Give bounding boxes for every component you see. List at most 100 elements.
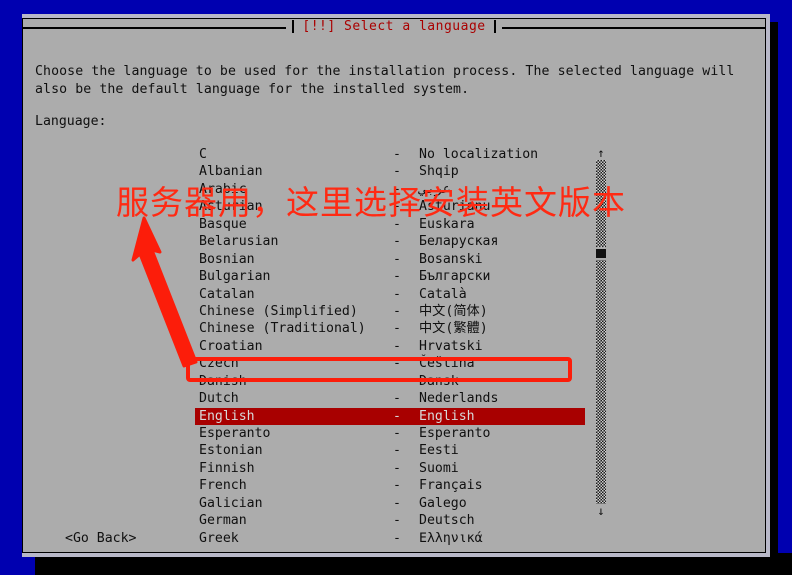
language-list-item[interactable]: Catalan - Català: [195, 286, 585, 303]
language-list-item[interactable]: Greek - Ελληνικά: [195, 530, 585, 547]
language-list-item[interactable]: Arabic - عربي: [195, 181, 585, 198]
language-name-native: Català: [419, 286, 467, 302]
language-name-native: Suomi: [419, 460, 459, 476]
titlebar-rule-right: [501, 26, 765, 29]
language-name-english: Croatian: [199, 338, 263, 354]
language-list-item[interactable]: Esperanto - Esperanto: [195, 425, 585, 442]
language-list-scrollbar[interactable]: ↑ ↓: [589, 146, 613, 518]
titlebar-tick-left: [292, 20, 295, 33]
scrollbar-track[interactable]: [596, 160, 606, 504]
language-separator: -: [393, 356, 401, 372]
scroll-up-arrow-icon[interactable]: ↑: [589, 146, 613, 160]
language-list-item[interactable]: Danish - Dansk: [195, 373, 585, 390]
language-name-native: Čeština: [419, 356, 475, 372]
language-separator: -: [393, 443, 401, 459]
language-list-item[interactable]: English - English: [195, 407, 585, 425]
language-field-label: Language:: [35, 114, 107, 129]
language-name-native: Eesti: [419, 443, 459, 459]
language-list-item[interactable]: Chinese (Simplified) - 中文(简体): [195, 303, 585, 320]
language-name-native: Shqip: [419, 164, 459, 180]
language-name-native: Ελληνικά: [419, 530, 483, 546]
language-name-english: C: [199, 147, 207, 162]
language-separator: -: [393, 147, 401, 162]
language-name-english: Bulgarian: [199, 269, 271, 285]
language-name-native: Български: [419, 269, 491, 285]
language-list-item[interactable]: Galician - Galego: [195, 495, 585, 512]
language-name-english: Asturian: [199, 199, 263, 215]
language-name-english: Bosnian: [199, 251, 255, 267]
language-name-english: Belarusian: [199, 234, 279, 250]
language-name-english: Chinese (Traditional): [199, 321, 366, 337]
language-separator: -: [393, 373, 401, 389]
language-name-native: عربي: [419, 181, 451, 197]
language-name-native: Deutsch: [419, 513, 475, 529]
dialog-title: [!!] Select a language: [302, 19, 486, 34]
language-name-english: Danish: [199, 373, 247, 389]
select-language-dialog: [!!] Select a language Choose the langua…: [22, 18, 766, 553]
language-name-english: Chinese (Simplified): [199, 303, 358, 319]
language-list-item[interactable]: Finnish - Suomi: [195, 460, 585, 477]
language-list-item[interactable]: Czech - Čeština: [195, 355, 585, 372]
language-name-native: Galego: [419, 495, 467, 511]
language-list-item[interactable]: Estonian - Eesti: [195, 442, 585, 459]
language-separator: -: [393, 199, 401, 215]
language-name-native: Euskara: [419, 216, 475, 232]
scroll-down-arrow-icon[interactable]: ↓: [589, 504, 613, 518]
language-separator: -: [393, 234, 401, 250]
language-name-english: Catalan: [199, 286, 255, 302]
language-list-item[interactable]: Croatian - Hrvatski: [195, 338, 585, 355]
language-list-item[interactable]: Bosnian - Bosanski: [195, 251, 585, 268]
language-name-native: 中文(繁體): [419, 321, 488, 337]
language-list-item[interactable]: Asturian - Asturianu: [195, 198, 585, 215]
language-list[interactable]: C - No localization Albanian - Shqip Arabic - عر…: [195, 146, 585, 547]
language-list-item[interactable]: C - No localization: [195, 146, 585, 163]
language-name-native: Français: [419, 478, 483, 494]
language-name-english: English: [199, 408, 255, 424]
language-separator: -: [393, 321, 401, 337]
language-separator: -: [393, 181, 401, 197]
language-name-native: Hrvatski: [419, 338, 483, 354]
language-list-item[interactable]: Dutch - Nederlands: [195, 390, 585, 407]
language-list-item[interactable]: Albanian - Shqip: [195, 163, 585, 180]
language-name-native: Беларуская: [419, 234, 499, 250]
language-name-native: Dansk: [419, 373, 459, 389]
language-name-native: Bosanski: [419, 251, 483, 267]
titlebar-rule-left: [23, 26, 287, 29]
instruction-text: Choose the language to be used for the i…: [35, 64, 735, 97]
language-name-english: Arabic: [199, 181, 247, 197]
language-list-item[interactable]: Bulgarian - Български: [195, 268, 585, 285]
language-name-english: French: [199, 478, 247, 494]
language-separator: -: [393, 269, 401, 285]
titlebar-tick-right: [493, 20, 496, 33]
language-name-english: Czech: [199, 356, 239, 372]
go-back-button[interactable]: <Go Back>: [65, 531, 136, 547]
language-separator: -: [393, 251, 401, 267]
language-separator: -: [393, 164, 401, 180]
language-list-item[interactable]: Belarusian - Беларуская: [195, 233, 585, 250]
language-name-english: Greek: [199, 530, 239, 546]
language-separator: -: [393, 495, 401, 511]
language-name-native: English: [419, 408, 475, 424]
language-separator: -: [393, 530, 401, 546]
language-name-english: Albanian: [199, 164, 263, 180]
language-list-item[interactable]: French - Français: [195, 477, 585, 494]
language-name-english: Galician: [199, 495, 263, 511]
language-separator: -: [393, 426, 401, 441]
language-name-english: Basque: [199, 216, 247, 232]
language-name-native: 中文(简体): [419, 303, 488, 319]
language-separator: -: [393, 513, 401, 529]
scrollbar-thumb[interactable]: [596, 247, 606, 260]
language-name-english: Estonian: [199, 443, 263, 459]
language-list-item[interactable]: Chinese (Traditional) - 中文(繁體): [195, 320, 585, 337]
language-list-item[interactable]: German - Deutsch: [195, 512, 585, 529]
language-name-english: Finnish: [199, 460, 255, 476]
language-separator: -: [393, 408, 401, 424]
language-name-english: German: [199, 513, 247, 529]
language-separator: -: [393, 478, 401, 494]
language-name-english: Esperanto: [199, 426, 271, 441]
language-separator: -: [393, 216, 401, 232]
language-separator: -: [393, 460, 401, 476]
language-separator: -: [393, 286, 401, 302]
language-name-english: Dutch: [199, 391, 239, 407]
language-list-item[interactable]: Basque - Euskara: [195, 216, 585, 233]
